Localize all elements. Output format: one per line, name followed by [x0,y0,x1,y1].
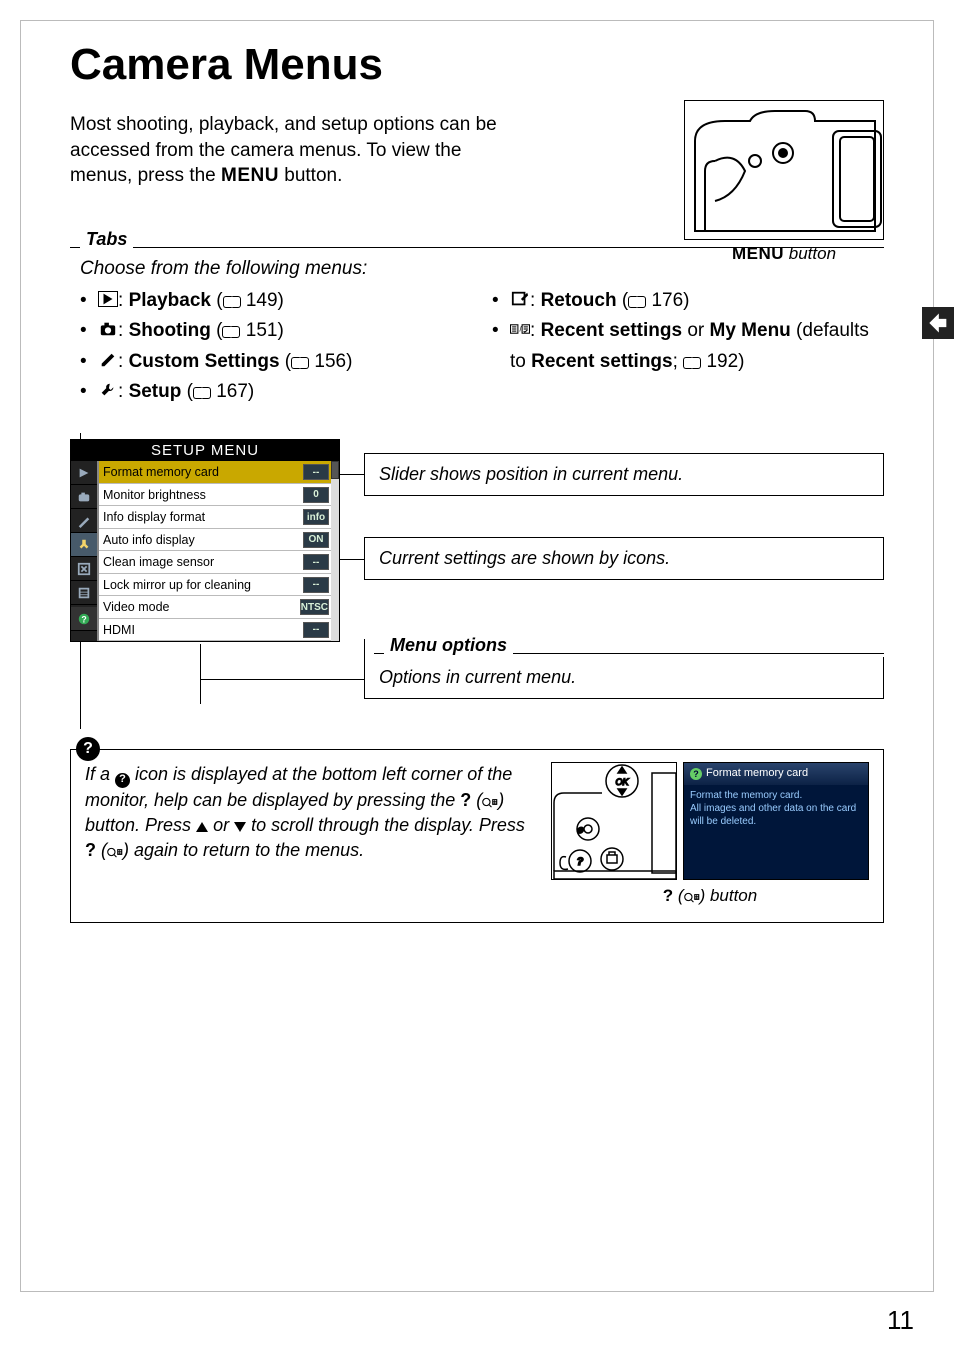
book-icon [222,324,240,338]
callout-options-text: Options in current menu. [364,657,884,699]
svg-text:⊕: ⊕ [576,825,584,835]
menu-item: : Setup ( 167) [80,377,472,407]
book-icon [193,385,211,399]
callout-slider: Slider shows position in current menu. [364,453,884,496]
menu-item: /: Recent settings or My Menu (defaults … [492,316,884,377]
book-icon [683,355,701,369]
menu-list-right: : Retouch ( 176)/: Recent settings or My… [492,286,884,377]
setup-menu-row: Auto info displayON [99,529,331,552]
book-icon [291,355,309,369]
zoom-thumb-icon-3 [684,891,700,903]
camera-illustration: MENU button [684,100,884,264]
setup-menu-row: Lock mirror up for cleaning-- [99,574,331,597]
setup-menu-row: Monitor brightness0 [99,484,331,507]
retouch-icon [510,291,530,307]
book-icon [628,294,646,308]
up-triangle-icon [196,822,208,832]
setup-menu-row: HDMI-- [99,619,331,642]
menu-word: MENU [221,165,279,186]
menu-item: : Playback ( 149) [80,286,472,316]
menu-item: : Retouch ( 176) [492,286,884,316]
q-circle-icon: ? [115,773,130,788]
pencil-icon [98,352,118,368]
camera-caption-suffix: button [784,244,836,263]
wrench-icon [98,382,118,398]
setup-menu-row: Clean image sensor-- [99,551,331,574]
zoom-thumb-icon [482,796,498,808]
svg-text:OK: OK [615,777,629,787]
setup-menu-row: Info display formatinfo [99,506,331,529]
callout-icons: Current settings are shown by icons. [364,537,884,580]
page-title: Camera Menus [70,40,884,90]
setup-menu-title: SETUP MENU [71,440,339,461]
camera-icon [98,321,118,337]
menu-options-label: Menu options [384,635,513,658]
control-illustration: OK ⊕ ? [551,762,677,880]
setup-menu-row: Format memory card-- [99,461,331,484]
setup-menu-screenshot: SETUP MENU ? Format memory card--Monitor… [70,439,340,642]
help-text: If a ? icon is displayed at the bottom l… [85,762,535,908]
menu-item: : Shooting ( 151) [80,316,472,346]
setup-menu-row: Video modeNTSC [99,596,331,619]
zoom-thumb-icon-2 [107,846,123,858]
page-number: 11 [887,1305,914,1336]
intro-text: Most shooting, playback, and setup optio… [70,112,500,189]
book-icon [223,294,241,308]
tabs-label: Tabs [80,229,133,252]
down-triangle-icon [234,822,246,832]
menu-item: : Custom Settings ( 156) [80,347,472,377]
help-screen: ? Format memory card Format the memory c… [683,762,869,880]
menu-list-left: : Playback ( 149): Shooting ( 151): Cust… [80,286,472,408]
svg-text:?: ? [577,856,584,868]
play-icon [98,291,118,307]
camera-caption-menu: MENU [732,244,784,263]
svg-text:?: ? [81,614,86,624]
help-caption: ? () button [551,884,869,908]
recent-icon: / [510,321,530,337]
